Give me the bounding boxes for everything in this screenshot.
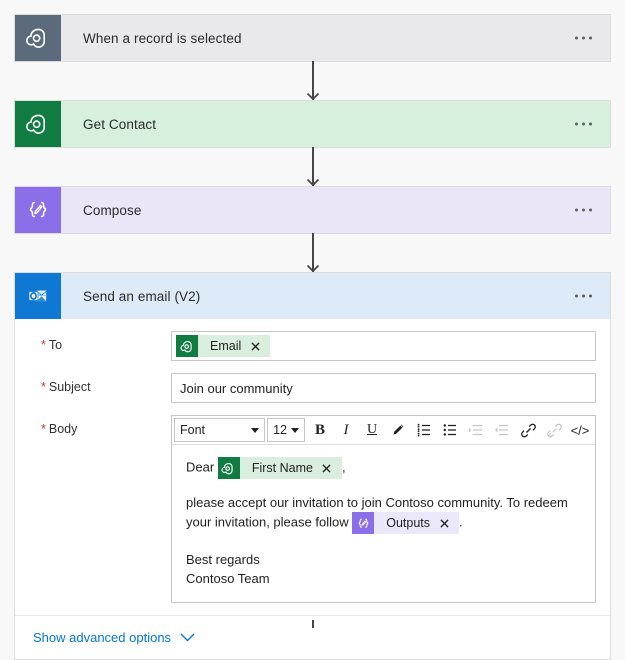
subject-input[interactable]: Join our community — [171, 373, 596, 403]
card-overflow-menu-send-email[interactable] — [571, 289, 596, 304]
font-family-select[interactable]: Font — [174, 418, 266, 442]
card-title-compose: Compose — [83, 202, 142, 218]
card-header-compose[interactable]: Compose — [15, 187, 610, 233]
card-header-send-email[interactable]: Send an email (V2) — [15, 273, 610, 319]
chevron-down-icon — [180, 630, 195, 645]
close-icon[interactable] — [436, 518, 459, 528]
paragraph-suffix: . — [459, 514, 463, 530]
font-size-value: 12 — [273, 423, 287, 437]
font-size-select[interactable]: 12 — [267, 418, 305, 442]
dataverse-icon — [15, 101, 61, 147]
form-row-body: * Body Font 12 B I U </> Dear First Name… — [29, 415, 596, 603]
flow-step-card-trigger[interactable]: When a record is selected — [14, 14, 611, 62]
close-icon[interactable] — [247, 341, 270, 351]
required-marker-to: * — [41, 338, 46, 352]
flow-step-card-get-contact[interactable]: Get Contact — [14, 100, 611, 148]
chevron-down-icon — [251, 427, 260, 433]
chevron-down-icon — [291, 427, 299, 433]
greeting-prefix: Dear — [186, 459, 215, 475]
subject-input-value: Join our community — [180, 380, 293, 396]
signature-line-1: Best regards — [186, 552, 260, 567]
flow-designer-canvas: When a record is selected Get Contact Co… — [0, 0, 625, 660]
label-to-text: To — [48, 338, 63, 352]
to-field-wrapper: Email — [171, 331, 596, 361]
flow-step-card-send-email[interactable]: Send an email (V2) * To Email * Subject … — [14, 272, 611, 660]
text-color-icon[interactable] — [385, 417, 411, 443]
token-label-email: Email — [210, 339, 242, 353]
body-signature: Best regards Contoso Team — [186, 550, 581, 588]
card-header-trigger[interactable]: When a record is selected — [15, 15, 610, 61]
dataverse-icon — [217, 457, 240, 479]
outdent-icon — [489, 417, 515, 443]
required-marker-body: * — [41, 422, 46, 436]
bold-button[interactable]: B — [307, 417, 333, 443]
italic-button[interactable]: I — [333, 417, 359, 443]
card-overflow-menu-compose[interactable] — [571, 203, 596, 218]
send-email-form: * To Email * Subject Join our community … — [15, 319, 610, 603]
card-overflow-menu-get-contact[interactable] — [571, 117, 596, 132]
label-subject-text: Subject — [48, 380, 91, 394]
card-overflow-menu-trigger[interactable] — [571, 31, 596, 46]
flow-connector-2 — [306, 147, 320, 187]
flow-connector-tail — [312, 620, 314, 628]
card-title-get-contact: Get Contact — [83, 116, 157, 132]
form-row-subject: * Subject Join our community — [29, 373, 596, 403]
label-to: * To — [29, 331, 171, 352]
flow-connector-1 — [306, 61, 320, 101]
label-subject: * Subject — [29, 373, 171, 394]
dynamic-token-outputs[interactable]: Outputs — [352, 512, 459, 534]
greeting-suffix: , — [341, 459, 346, 475]
card-title-send-email: Send an email (V2) — [83, 288, 201, 304]
body-field-wrapper: Font 12 B I U </> Dear First Name , plea… — [171, 415, 596, 603]
flow-step-card-compose[interactable]: Compose — [14, 186, 611, 234]
link-icon[interactable] — [515, 417, 541, 443]
body-greeting-line: Dear First Name , — [186, 457, 581, 479]
compose-icon — [352, 512, 375, 534]
token-label-outputs: Outputs — [386, 515, 430, 530]
required-marker-subject: * — [41, 380, 46, 394]
code-view-button[interactable]: </> — [567, 417, 593, 443]
underline-button[interactable]: U — [359, 417, 385, 443]
dynamic-token-first-name[interactable]: First Name — [217, 457, 342, 479]
card-header-get-contact[interactable]: Get Contact — [15, 101, 610, 147]
outlook-icon — [15, 273, 61, 319]
bulleted-list-icon[interactable] — [437, 417, 463, 443]
numbered-list-icon[interactable] — [411, 417, 437, 443]
body-paragraph: please accept our invitation to join Con… — [186, 493, 581, 534]
rte-content-area[interactable]: Dear First Name , please accept our invi… — [172, 445, 595, 602]
label-body-text: Body — [48, 422, 78, 436]
close-icon[interactable] — [319, 463, 342, 473]
rte-toolbar: Font 12 B I U </> — [172, 416, 595, 445]
flow-connector-3 — [306, 233, 320, 273]
dataverse-icon — [176, 335, 198, 357]
font-family-value: Font — [180, 423, 206, 437]
subject-field-wrapper: Join our community — [171, 373, 596, 403]
card-title-trigger: When a record is selected — [83, 30, 242, 46]
show-advanced-options-label: Show advanced options — [33, 630, 172, 645]
token-label-first-name: First Name — [251, 460, 313, 475]
label-body: * Body — [29, 415, 171, 436]
dataverse-icon — [15, 15, 61, 61]
compose-icon — [15, 187, 61, 233]
unlink-icon — [541, 417, 567, 443]
signature-line-2: Contoso Team — [186, 571, 270, 586]
indent-icon — [463, 417, 489, 443]
rich-text-editor: Font 12 B I U </> Dear First Name , plea… — [171, 415, 596, 603]
to-input[interactable]: Email — [171, 331, 596, 361]
dynamic-token-email[interactable]: Email — [176, 335, 271, 357]
form-row-to: * To Email — [29, 331, 596, 361]
